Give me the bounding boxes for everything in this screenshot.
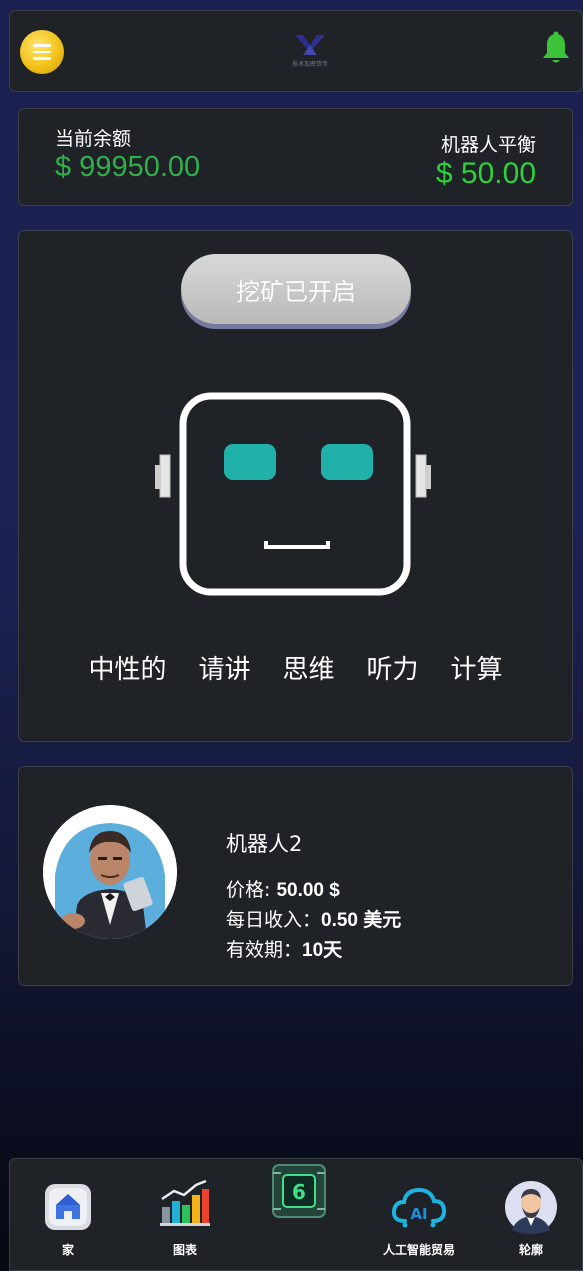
price-label: 价格: [226,879,277,901]
mining-card: 挖矿已开启 中性的 请讲 思维 听力 计算 [18,230,573,742]
robot-daily-income-row: 每日收入：0.50 美元 [226,905,401,932]
robot-mode-word: 思维 [282,655,335,685]
daily-income-label: 每日收入： [226,909,322,931]
current-balance-value: $ 99950.00 [55,151,201,183]
balance-card: 当前余额 $ 99950.00 机器人平衡 $ 50.00 [18,108,573,206]
price-value: 50.00 $ [276,880,340,901]
robot-ear-right [415,454,427,498]
chip-icon: 6 [272,1164,326,1218]
logo-mark-icon [295,35,325,55]
tab-chart[interactable]: 图表 [157,1159,213,1271]
brand-logo: 技术加密货币 [290,33,330,69]
robot-ear-right-tip [425,465,431,489]
tab-home[interactable]: 家 [43,1159,93,1271]
robot-mode-list: 中性的 请讲 思维 听力 计算 [19,649,572,686]
validity-value: 10天 [302,940,343,961]
robot-mode-word: 请讲 [198,655,251,685]
robot-face-icon [155,392,431,596]
robot-ear-left [159,454,171,498]
daily-income-value: 0.50 美元 [321,910,402,931]
tab-ai-trade-label: 人工智能贸易 [382,1243,455,1257]
robot-eye-left [224,444,276,480]
robot-validity-row: 有效期：10天 [226,935,342,962]
tab-chip[interactable]: 6 [268,1159,330,1271]
robot-product-name: 机器人2 [226,832,303,856]
robot-mode-word: 计算 [450,655,503,685]
robot-head [179,392,411,596]
robot-product-card[interactable]: 机器人2 价格: 50.00 $ 每日收入：0.50 美元 有效期：10天 [18,766,573,986]
home-icon [45,1184,91,1230]
robot-price-row: 价格: 50.00 $ [226,875,340,902]
robot-balance-label: 机器人平衡 [440,134,536,156]
tab-profile-label: 轮廓 [518,1243,543,1257]
chart-icon [160,1179,210,1226]
tab-ai-trade[interactable]: AI 人工智能贸易 [374,1159,464,1271]
robot-ear-left-tip [155,465,161,489]
robot-balance-value: $ 50.00 [435,157,536,190]
mining-toggle-button[interactable]: 挖矿已开启 [181,254,411,324]
svg-text:6: 6 [292,1180,306,1204]
profile-avatar-icon [505,1181,557,1234]
current-balance-label: 当前余额 [55,128,132,150]
top-bar: 技术加密货币 [9,10,583,92]
robot-eye-right [321,444,373,480]
validity-label: 有效期： [226,939,303,961]
ai-cloud-icon: AI [391,1187,447,1228]
robot-avatar [43,805,177,939]
robot-avatar-illustration [43,805,177,939]
bottom-tab-bar: 家 图表 6 AI 人工智能贸易 轮廓 [9,1158,583,1271]
tab-profile[interactable]: 轮廓 [504,1159,558,1271]
svg-text:AI: AI [410,1205,427,1223]
logo-text: 技术加密货币 [291,61,328,68]
tab-chart-label: 图表 [172,1243,197,1257]
robot-mode-word: 中性的 [88,655,167,685]
tab-home-label: 家 [61,1243,74,1257]
bell-icon[interactable] [540,31,572,67]
menu-icon[interactable] [20,30,64,74]
robot-mode-word: 听力 [366,655,419,685]
